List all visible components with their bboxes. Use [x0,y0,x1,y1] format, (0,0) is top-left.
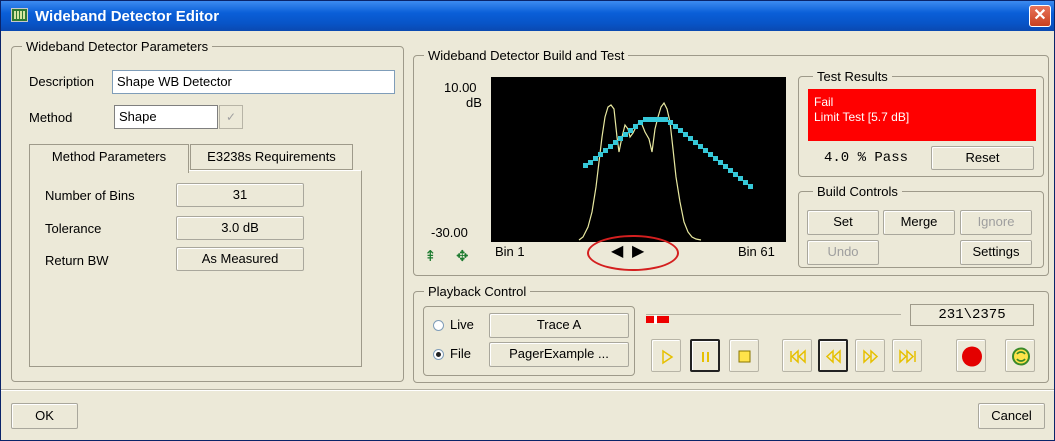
pause-button[interactable] [690,339,720,372]
record-button[interactable] [956,339,986,372]
number-of-bins-field[interactable]: 31 [176,183,304,207]
y-axis-min-label: -30.00 [431,225,468,240]
test-result-status-text: Fail [814,95,834,109]
cancel-button[interactable]: Cancel [978,403,1045,429]
playback-progress-fill [646,316,669,323]
skip-to-end-icon [899,349,916,364]
zoom-icon[interactable]: ⇞ [424,247,437,265]
wideband-detector-editor-window: Wideband Detector Editor ✕ Wideband Dete… [0,0,1055,441]
test-result-detail-text: Limit Test [5.7 dB] [814,110,910,124]
rewind-button[interactable] [818,339,848,372]
file-radio-label: File [450,346,471,361]
settings-button[interactable]: Settings [960,240,1032,265]
fast-forward-icon [863,349,879,364]
reset-button[interactable]: Reset [931,146,1034,170]
app-icon [11,8,28,22]
chevron-down-icon: ✓ [225,110,237,124]
rewind-icon [825,349,841,364]
pass-percentage: 4.0 % Pass [824,150,909,166]
ok-button[interactable]: OK [11,403,78,429]
spectrum-plot-svg [578,101,753,241]
title-bar[interactable]: Wideband Detector Editor ✕ [1,1,1054,31]
undo-button[interactable]: Undo [807,240,879,265]
set-button[interactable]: Set [807,210,879,235]
y-axis-max-label: 10.00 [444,80,477,95]
y-axis-unit-label: dB [466,95,482,110]
tolerance-field[interactable]: 3.0 dB [176,216,304,240]
previous-bin-icon[interactable]: ◀ [611,244,623,260]
fast-forward-button[interactable] [855,339,885,372]
skip-to-end-button[interactable] [892,339,922,372]
file-source-button[interactable]: PagerExample ... [489,342,629,367]
build-controls-legend: Build Controls [817,184,898,199]
live-source-button[interactable]: Trace A [489,313,629,338]
merge-button[interactable]: Merge [883,210,955,235]
live-radio[interactable] [433,320,444,331]
loop-icon [1012,347,1030,366]
record-icon [962,346,982,367]
ignore-button[interactable]: Ignore [960,210,1032,235]
return-bw-field[interactable]: As Measured [176,247,304,271]
test-results-legend: Test Results [817,69,888,84]
playback-control-legend: Playback Control [428,284,527,299]
footer-separator-highlight [1,390,1054,391]
description-label: Description [29,74,95,89]
method-label: Method [29,110,73,125]
build-and-test-legend: Wideband Detector Build and Test [428,48,625,63]
stop-icon [738,350,751,363]
number-of-bins-label: Number of Bins [45,188,135,203]
next-bin-icon[interactable]: ▶ [632,244,644,260]
method-dropdown-button[interactable]: ✓ [219,105,243,129]
pause-icon [702,352,709,362]
skip-to-start-icon [790,349,806,364]
progress-handle[interactable] [654,315,657,324]
playback-progress-track[interactable] [646,314,901,322]
skip-to-start-button[interactable] [782,339,812,372]
return-bw-label: Return BW [45,253,109,268]
frame-counter: 231\2375 [910,304,1034,326]
method-select[interactable]: Shape [114,105,218,129]
tab-e3238s-requirements[interactable]: E3238s Requirements [190,144,353,170]
stop-button[interactable] [729,339,759,372]
live-radio-label: Live [450,317,474,332]
window-title: Wideband Detector Editor [35,8,220,25]
file-radio[interactable] [433,349,444,360]
limit-mask [583,117,753,189]
test-result-status: Fail Limit Test [5.7 dB] [808,89,1036,141]
pan-icon[interactable]: ✥ [456,247,469,265]
x-axis-end-label: Bin 61 [738,244,775,259]
parameters-legend: Wideband Detector Parameters [26,39,209,54]
tolerance-label: Tolerance [45,221,102,236]
tab-method-parameters[interactable]: Method Parameters [29,144,189,173]
spectrum-plot[interactable] [491,77,786,242]
close-icon[interactable]: ✕ [1029,5,1051,27]
play-button[interactable] [651,339,681,372]
x-axis-start-label: Bin 1 [495,244,525,259]
play-icon [662,349,674,365]
loop-button[interactable] [1005,339,1035,372]
description-input[interactable]: Shape WB Detector [112,70,395,94]
